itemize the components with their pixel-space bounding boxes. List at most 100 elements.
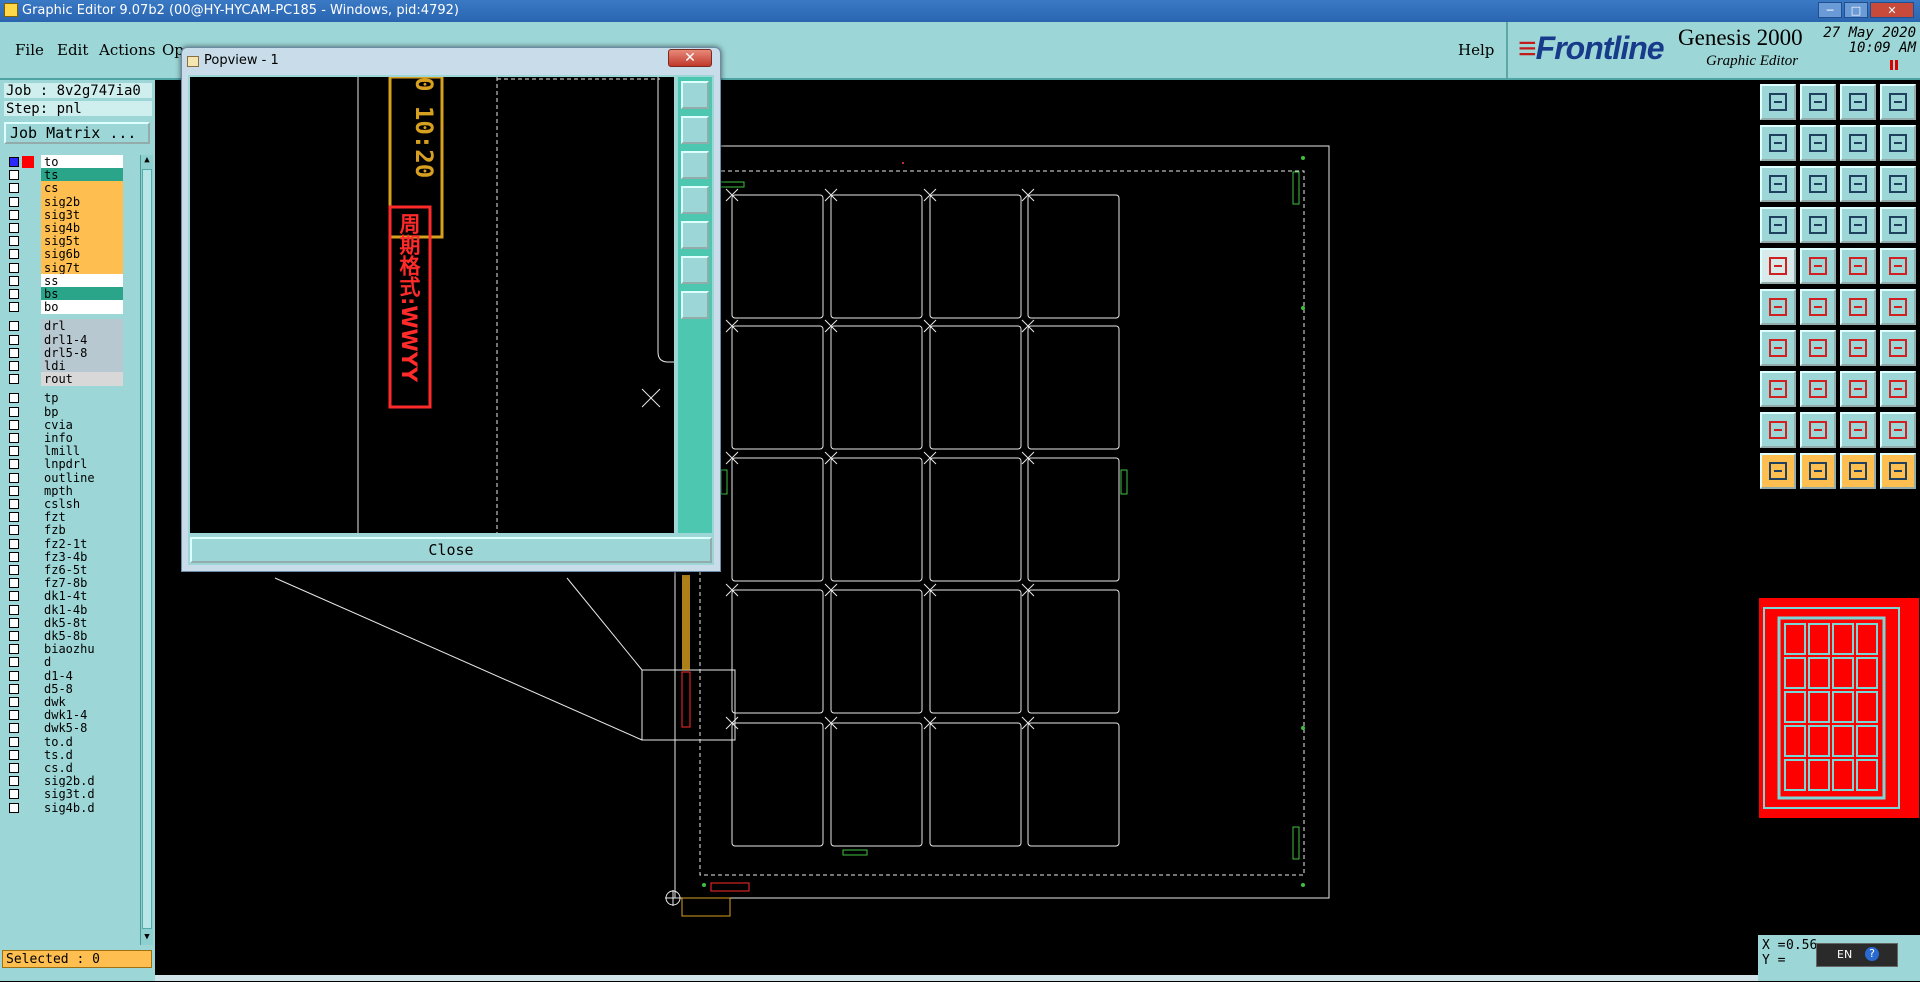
layer-row[interactable]: drl	[4, 319, 124, 334]
layer-row[interactable]: dk5-8b	[4, 629, 124, 643]
popview-canvas[interactable]: 0 10:20 周期格式:WWYY	[190, 77, 674, 533]
layer-checkbox[interactable]	[9, 604, 19, 615]
pop-pan-right-icon[interactable]	[681, 221, 709, 249]
layer-settings-icon[interactable]	[1880, 207, 1916, 243]
layer-row[interactable]: dwk	[4, 695, 124, 709]
layer-row[interactable]: sig2b	[4, 194, 124, 209]
layer-name[interactable]: sig7t	[41, 260, 123, 275]
layer-row[interactable]: dwk1-4	[4, 708, 124, 723]
layer-checkbox[interactable]	[9, 302, 19, 313]
layer-checkbox[interactable]	[9, 776, 19, 787]
layer-checkbox[interactable]	[9, 789, 19, 800]
select-area-icon[interactable]	[1840, 453, 1876, 489]
arc-icon[interactable]	[1840, 330, 1876, 366]
layer-compare-icon[interactable]	[1840, 207, 1876, 243]
layer-row[interactable]: info	[4, 431, 124, 445]
layer-checkbox[interactable]	[9, 262, 19, 273]
layer-row[interactable]: sig7t	[4, 260, 124, 275]
layer-row[interactable]: dk5-8t	[4, 615, 124, 630]
scroll-thumb[interactable]	[142, 169, 152, 929]
layer-name[interactable]: bo	[41, 300, 123, 315]
layer-row[interactable]: ts	[4, 168, 124, 183]
layer-checkbox[interactable]	[9, 736, 19, 747]
minus-icon[interactable]	[1800, 371, 1836, 407]
layer-name[interactable]: dwk5-8	[41, 721, 123, 736]
select-icon[interactable]	[1760, 453, 1796, 489]
layer-name[interactable]: lnpdrl	[41, 457, 123, 472]
layer-checkbox[interactable]	[9, 419, 19, 430]
layer-row[interactable]: lnpdrl	[4, 457, 124, 472]
pop-home-icon[interactable]	[681, 151, 709, 179]
layer-row[interactable]: bp	[4, 404, 124, 419]
layer-row[interactable]: fz3-4b	[4, 549, 124, 564]
pop-fit-icon[interactable]	[681, 256, 709, 284]
layer-row[interactable]: cs.d	[4, 761, 124, 775]
layer-name[interactable]: fz7-8b	[41, 576, 123, 591]
layer-checkbox[interactable]	[9, 446, 19, 457]
pop-zoom-in-icon[interactable]	[681, 81, 709, 109]
layer-checkbox[interactable]	[9, 578, 19, 589]
layer-name[interactable]: sig2b	[41, 194, 123, 209]
layer-checkbox[interactable]	[9, 433, 19, 443]
layer-name[interactable]: d	[41, 655, 123, 670]
layer-row[interactable]: cslsh	[4, 497, 124, 511]
popview-close-x-button[interactable]: ✕	[668, 49, 712, 67]
layer-name[interactable]: dwk1-4	[41, 708, 123, 723]
layer-checkbox[interactable]	[9, 538, 19, 549]
layer-checkbox[interactable]	[9, 406, 19, 417]
layer-row[interactable]: dk1-4b	[4, 602, 124, 617]
layer-checkbox[interactable]	[9, 697, 19, 707]
layer-checkbox[interactable]	[9, 670, 19, 681]
layer-name[interactable]: ts	[41, 168, 123, 183]
layer-checkbox[interactable]	[9, 393, 19, 404]
layer-row[interactable]: fzt	[4, 510, 124, 525]
layer-row[interactable]: tp	[4, 391, 124, 406]
query-icon[interactable]	[1880, 166, 1916, 202]
slope-icon[interactable]	[1800, 330, 1836, 366]
layer-name[interactable]: fz6-5t	[41, 563, 123, 577]
layer-row[interactable]: fz2-1t	[4, 536, 124, 551]
zoom-fit-icon[interactable]	[1760, 166, 1796, 202]
popview-close-button[interactable]: Close	[190, 537, 712, 563]
layer-name[interactable]: sig4b.d	[41, 800, 123, 815]
layer-list-scrollbar[interactable]: ▲ ▼	[140, 155, 153, 945]
open-icon[interactable]	[1800, 84, 1836, 120]
layer-name[interactable]: bp	[41, 404, 123, 419]
layer-row[interactable]: ldi	[4, 359, 124, 373]
layer-name[interactable]: ldi	[41, 359, 123, 373]
parallel-icon[interactable]	[1880, 330, 1916, 366]
job-matrix-button[interactable]: Job Matrix ...	[4, 122, 150, 144]
line-icon[interactable]	[1800, 248, 1836, 284]
layer-row[interactable]: mpth	[4, 483, 124, 498]
layer-checkbox[interactable]	[9, 644, 19, 655]
layer-name[interactable]: rout	[41, 372, 123, 387]
layer-row[interactable]: to	[4, 155, 124, 169]
window-close-button[interactable]: ✕	[1870, 2, 1914, 18]
layer-row[interactable]: drl5-8	[4, 345, 124, 360]
layer-checkbox[interactable]	[9, 710, 19, 721]
layer-row[interactable]: fz7-8b	[4, 576, 124, 591]
layer-checkbox[interactable]	[9, 551, 19, 562]
layer-checkbox[interactable]	[9, 289, 19, 299]
layer-name[interactable]: sig6b	[41, 247, 123, 262]
layer-checkbox[interactable]	[9, 617, 19, 628]
layer-row[interactable]: drl1-4	[4, 332, 124, 347]
layer-name[interactable]: sig2b.d	[41, 774, 123, 789]
layer-name[interactable]: ss	[41, 273, 123, 288]
layer-name[interactable]: to	[41, 155, 123, 169]
layer-row[interactable]: fz6-5t	[4, 563, 124, 577]
layer-name[interactable]: dk1-4b	[41, 602, 123, 617]
layer-checkbox[interactable]	[9, 749, 19, 760]
layer-checkbox[interactable]	[9, 249, 19, 260]
layer-checkbox[interactable]	[9, 631, 19, 641]
layer-checkbox[interactable]	[9, 157, 19, 167]
layer-name[interactable]: cs	[41, 181, 123, 196]
layer-name[interactable]: tp	[41, 391, 123, 406]
layer-name[interactable]: to.d	[41, 734, 123, 749]
layer-name[interactable]: dk1-4t	[41, 589, 123, 604]
layer-name[interactable]: d1-4	[41, 668, 123, 683]
pan-right-icon[interactable]	[1800, 125, 1836, 161]
snap-icon[interactable]	[1840, 125, 1876, 161]
menu-actions[interactable]: Actions	[99, 41, 155, 59]
menu-file[interactable]: File	[15, 41, 44, 59]
